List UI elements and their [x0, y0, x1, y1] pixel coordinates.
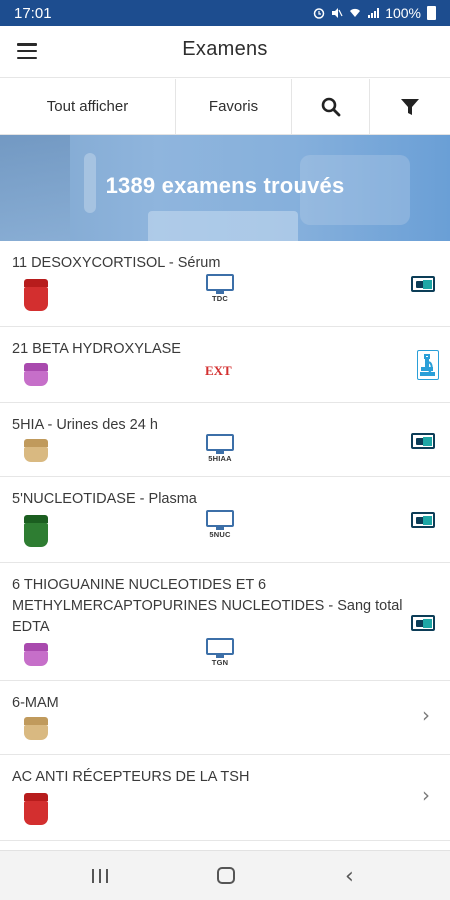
search-icon [321, 97, 340, 116]
exam-code: 5NUC [209, 530, 231, 539]
exam-name: 6-MAM [12, 695, 59, 711]
battery-icon [427, 6, 436, 20]
filter-toolbar: Tout afficher Favoris [0, 79, 450, 135]
back-icon[interactable]: ‹ [345, 864, 354, 889]
exam-row[interactable]: 6-MAM › [0, 681, 450, 755]
microscope-icon[interactable] [417, 350, 439, 380]
tube-icon [24, 439, 48, 462]
screen-icon: TDC [203, 274, 237, 303]
results-banner: 1389 examens trouvés [0, 135, 450, 241]
exam-row[interactable]: 5'NUCLEOTIDASE - Plasma 5NUC [0, 477, 450, 563]
status-icons: 100% [313, 5, 436, 21]
tube-icon [24, 515, 48, 547]
exam-row[interactable]: AC ANTI RÉCEPTEURS DE LA TSH › [0, 755, 450, 841]
exam-name: 5'NUCLEOTIDASE - Plasma [12, 491, 197, 507]
show-all-button[interactable]: Tout afficher [0, 79, 176, 134]
app-bar: Examens [0, 26, 450, 78]
status-time: 17:01 [14, 4, 52, 22]
exam-row[interactable]: 5HIA - Urines des 24 h 5HIAA [0, 403, 450, 477]
battery-percent: 100% [385, 5, 421, 21]
alarm-icon [313, 8, 325, 19]
recent-apps-icon[interactable] [92, 869, 108, 883]
exam-name: 11 DESOXYCORTISOL - Sérum [12, 255, 221, 271]
filter-button[interactable] [370, 79, 450, 134]
exam-name: AC ANTI RÉCEPTEURS DE LA TSH [12, 769, 250, 785]
exam-code: 5HIAA [208, 454, 232, 463]
system-nav-bar: ‹ [0, 850, 450, 900]
exam-code: EXT [205, 363, 232, 378]
chevron-right-icon[interactable]: › [422, 783, 430, 807]
exam-name: 6 THIOGUANINE NUCLEOTIDES ET 6 METHYLMER… [12, 577, 403, 635]
exam-row[interactable]: 21 BETA HYDROXYLASE EXT [0, 327, 450, 403]
chevron-right-icon[interactable]: › [422, 703, 430, 727]
exam-row[interactable]: 11 DESOXYCORTISOL - Sérum TDC [0, 241, 450, 327]
exam-row[interactable]: 6 THIOGUANINE NUCLEOTIDES ET 6 METHYLMER… [0, 563, 450, 681]
tube-icon [24, 279, 48, 311]
id-card-icon[interactable] [411, 276, 435, 292]
status-bar: 17:01 100% [0, 0, 450, 26]
exam-code: TDC [211, 294, 228, 303]
exam-code: TGN [211, 658, 229, 667]
favorites-button[interactable]: Favoris [176, 79, 292, 134]
tube-icon [24, 363, 48, 386]
exam-name: 21 BETA HYDROXYLASE [12, 341, 181, 357]
tube-icon [24, 717, 48, 740]
tube-icon [24, 793, 48, 825]
exam-list: 11 DESOXYCORTISOL - Sérum TDC 21 BETA HY… [0, 241, 450, 841]
id-card-icon[interactable] [411, 512, 435, 528]
filter-icon [401, 98, 419, 115]
screen-icon: TGN [203, 638, 237, 667]
id-card-icon[interactable] [411, 615, 435, 631]
signal-icon [368, 8, 380, 18]
page-title: Examens [182, 38, 268, 60]
screen-icon: 5HIAA [203, 434, 237, 463]
tube-icon [24, 643, 48, 666]
home-icon[interactable] [217, 867, 235, 884]
id-card-icon[interactable] [411, 433, 435, 449]
wifi-icon [350, 8, 361, 17]
results-count: 1389 examens trouvés [105, 173, 345, 198]
search-button[interactable] [292, 79, 370, 134]
mute-icon [332, 8, 343, 18]
screen-icon: 5NUC [203, 510, 237, 539]
exam-name: 5HIA - Urines des 24 h [12, 417, 158, 433]
